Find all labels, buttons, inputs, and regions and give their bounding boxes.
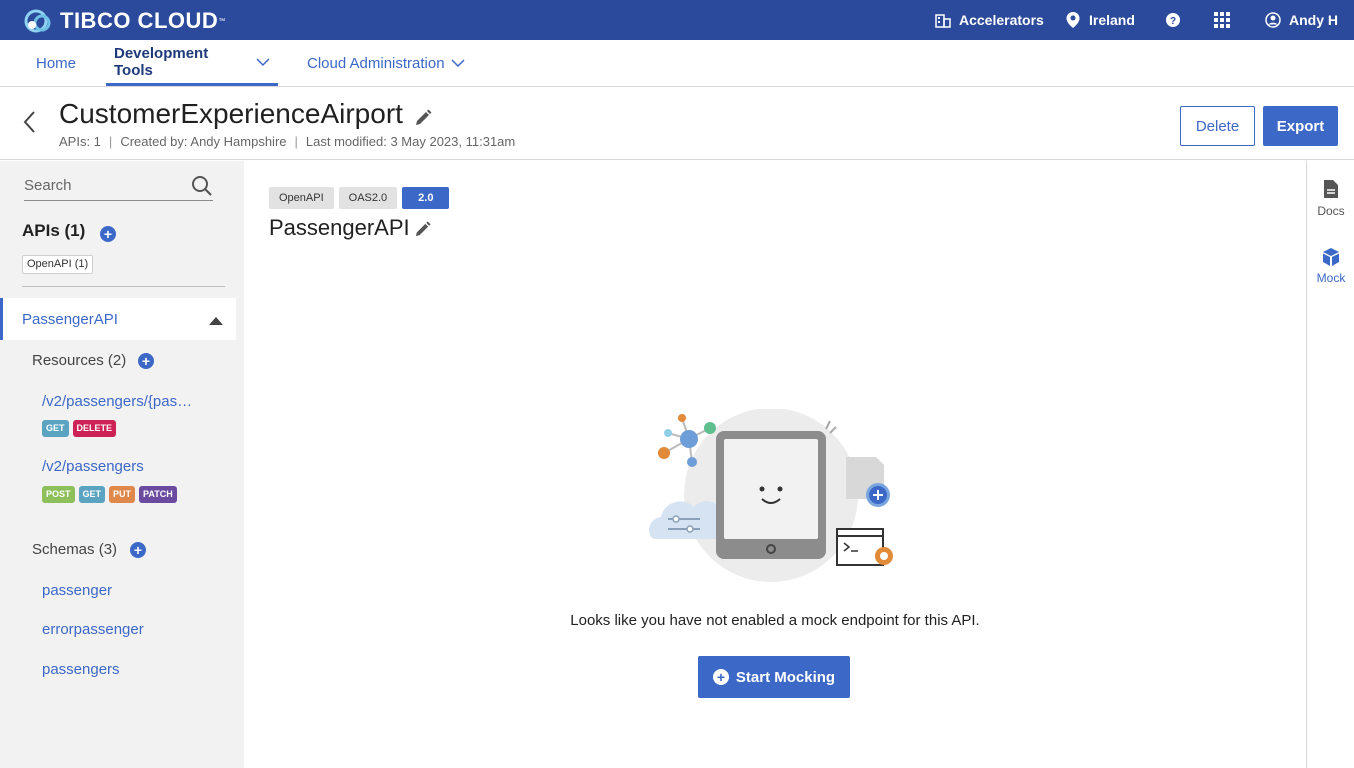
add-schema-icon[interactable]: + bbox=[130, 542, 146, 558]
export-button[interactable]: Export bbox=[1263, 106, 1338, 146]
nav-home[interactable]: Home bbox=[36, 40, 76, 86]
location-pin-icon bbox=[1066, 12, 1080, 28]
method-badge-delete[interactable]: DELETE bbox=[72, 420, 117, 437]
help-button[interactable]: ? bbox=[1166, 0, 1188, 40]
document-icon bbox=[1324, 180, 1338, 198]
chevron-down-icon bbox=[451, 59, 465, 67]
user-avatar-icon bbox=[1265, 12, 1281, 28]
add-resource-icon[interactable]: + bbox=[138, 353, 154, 369]
search-placeholder: Search bbox=[24, 177, 72, 194]
schemas-section-title: Schemas (3) bbox=[32, 541, 118, 558]
delete-button[interactable]: Delete bbox=[1180, 106, 1255, 146]
nav-home-label: Home bbox=[36, 54, 77, 72]
sidebar-item-passengerapi[interactable]: PassengerAPI bbox=[0, 298, 236, 340]
region-label: Ireland bbox=[1089, 12, 1135, 28]
grid-icon bbox=[1214, 12, 1230, 28]
project-meta: APIs: 1 | Created by: Andy Hampshire | Last … bbox=[59, 134, 516, 149]
right-toolbar: Docs Mock bbox=[1306, 161, 1354, 768]
schema-link[interactable]: passengers bbox=[42, 661, 120, 678]
app-launcher-button[interactable] bbox=[1214, 0, 1238, 40]
chevron-left-icon bbox=[23, 111, 35, 133]
chevron-down-icon bbox=[256, 57, 270, 66]
nav-development-tools[interactable]: Development Tools bbox=[106, 40, 278, 86]
project-header: CustomerExperienceAirport APIs: 1 | Create… bbox=[0, 88, 1354, 160]
add-api-icon[interactable]: + bbox=[100, 226, 116, 242]
start-mocking-button[interactable]: + Start Mocking bbox=[698, 656, 850, 698]
docs-label: Docs bbox=[1317, 204, 1345, 218]
user-menu[interactable]: Andy H bbox=[1265, 0, 1338, 40]
tag-oas-version: OAS2.0 bbox=[338, 187, 398, 209]
method-badge-put[interactable]: PUT bbox=[109, 486, 136, 503]
resource-methods: GET DELETE bbox=[42, 420, 117, 437]
sub-navigation: Home Development Tools Cloud Administrat… bbox=[0, 40, 1354, 87]
sidebar: Search APIs (1) + OpenAPI (1) PassengerA… bbox=[0, 161, 244, 768]
meta-last-modified: Last modified: 3 May 2023, 11:31am bbox=[305, 134, 516, 149]
mock-tab[interactable]: Mock bbox=[1307, 247, 1354, 285]
project-title: CustomerExperienceAirport bbox=[59, 98, 403, 129]
pencil-icon bbox=[416, 109, 432, 125]
tibco-logo[interactable]: TIBCO CLOUD ™ bbox=[24, 8, 225, 34]
nav-cloud-administration-label: Cloud Administration bbox=[307, 54, 445, 72]
resource-methods: POST GET PUT PATCH bbox=[42, 486, 177, 503]
mock-label: Mock bbox=[1316, 271, 1346, 285]
meta-apis: APIs: 1 bbox=[59, 134, 101, 149]
search-input[interactable]: Search bbox=[24, 175, 213, 201]
pencil-icon bbox=[415, 221, 431, 237]
method-badge-post[interactable]: POST bbox=[42, 486, 75, 503]
method-badge-get[interactable]: GET bbox=[78, 486, 106, 503]
accelerators-label: Accelerators bbox=[959, 12, 1044, 28]
meta-created-by: Created by: Andy Hampshire bbox=[120, 134, 287, 149]
divider bbox=[22, 286, 225, 287]
nav-cloud-administration[interactable]: Cloud Administration bbox=[307, 40, 465, 86]
brand-name: TIBCO CLOUD bbox=[60, 8, 219, 33]
openapi-filter-chip[interactable]: OpenAPI (1) bbox=[22, 255, 94, 274]
top-bar: TIBCO CLOUD ™ Accelerators Ireland ? Andy… bbox=[0, 0, 1354, 40]
svg-text:?: ? bbox=[1170, 16, 1176, 27]
tibco-cloud-icon bbox=[24, 9, 51, 33]
sidebar-item-label: PassengerAPI bbox=[22, 311, 118, 328]
region-selector[interactable]: Ireland bbox=[1065, 0, 1135, 40]
api-tags: OpenAPI OAS2.0 2.0 bbox=[269, 187, 450, 209]
edit-title-button[interactable] bbox=[414, 109, 432, 132]
method-badge-patch[interactable]: PATCH bbox=[139, 486, 177, 503]
tag-openapi: OpenAPI bbox=[269, 187, 334, 209]
schema-link[interactable]: passenger bbox=[42, 582, 112, 599]
apis-section-title: APIs (1) bbox=[22, 221, 86, 240]
docs-tab[interactable]: Docs bbox=[1307, 179, 1354, 218]
edit-api-title-button[interactable] bbox=[414, 221, 431, 243]
user-name: Andy H bbox=[1289, 12, 1338, 28]
accelerators-link[interactable]: Accelerators bbox=[935, 0, 1044, 40]
main-content: OpenAPI OAS2.0 2.0 PassengerAPI Looks li… bbox=[244, 161, 1306, 768]
add-circle-icon: + bbox=[712, 669, 729, 685]
resources-section-title: Resources (2) bbox=[32, 352, 127, 369]
method-badge-get[interactable]: GET bbox=[42, 420, 69, 437]
mock-empty-illustration bbox=[649, 409, 893, 582]
resource-link[interactable]: /v2/passengers bbox=[42, 458, 144, 475]
empty-state-message: Looks like you have not enabled a mock e… bbox=[570, 612, 980, 629]
building-icon bbox=[935, 14, 951, 28]
search-icon[interactable] bbox=[191, 175, 213, 197]
collapse-caret-icon[interactable] bbox=[209, 317, 223, 325]
tag-api-version[interactable]: 2.0 bbox=[402, 187, 450, 209]
cube-icon bbox=[1323, 248, 1339, 266]
resource-link[interactable]: /v2/passengers/{pas… bbox=[42, 393, 192, 410]
start-mocking-label: Start Mocking bbox=[735, 668, 836, 686]
nav-development-tools-label: Development Tools bbox=[114, 44, 209, 79]
back-button[interactable] bbox=[22, 110, 36, 139]
schema-link[interactable]: errorpassenger bbox=[42, 621, 144, 638]
help-icon: ? bbox=[1166, 13, 1180, 27]
api-title: PassengerAPI bbox=[269, 215, 410, 240]
